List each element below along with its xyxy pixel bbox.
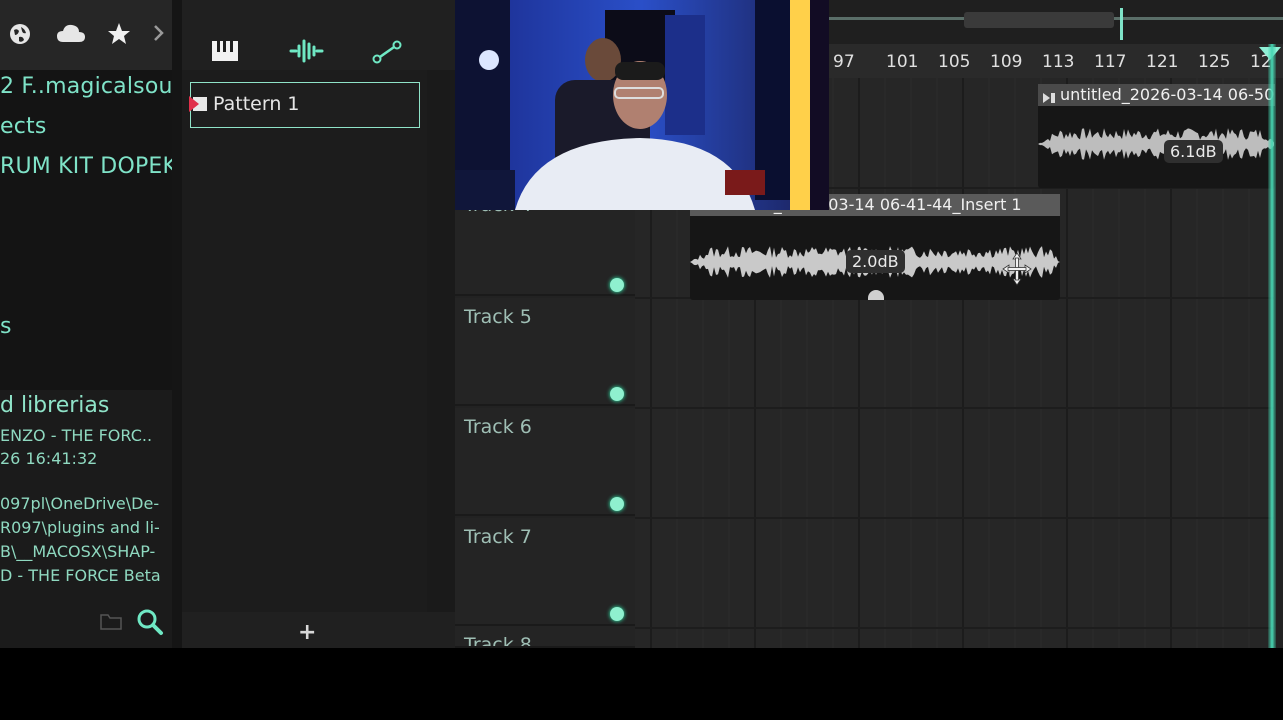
star-icon[interactable] (107, 22, 131, 52)
audio-clip[interactable]: untitled_2026-03-14 06-50-51 6.1dB (1038, 84, 1275, 188)
track-mute-led[interactable] (610, 607, 624, 621)
cloud-icon[interactable] (56, 22, 86, 50)
ruler-tick: 113 (1042, 52, 1075, 72)
folder-icon[interactable] (100, 612, 122, 634)
browser-item[interactable]: s (0, 314, 12, 339)
webcam-overlay (455, 0, 829, 210)
track-name: Track 6 (464, 416, 532, 438)
automation-icon[interactable] (372, 40, 402, 68)
info-path-line: B\__MACOSX\SHAP- (0, 542, 156, 561)
clip-gain-label[interactable]: 6.1dB (1164, 140, 1223, 163)
ruler-tick: 105 (938, 52, 971, 72)
waveform-icon[interactable] (288, 38, 324, 68)
info-title: d librerias (0, 393, 110, 418)
ruler-tick: 97 (833, 52, 855, 72)
letterbox-bar (0, 648, 1283, 720)
track-name: Track 7 (464, 526, 532, 548)
browser-toolbar (0, 0, 172, 70)
ruler-tick: 117 (1094, 52, 1127, 72)
track-name: Track 5 (464, 306, 532, 328)
info-path-line: R097\plugins and li- (0, 518, 160, 537)
info-line: 26 16:41:32 (0, 449, 98, 468)
track-header-8[interactable]: Track 8 (455, 626, 635, 648)
browser-info-panel: d librerias ENZO - THE FORC.. 26 16:41:3… (0, 390, 172, 648)
search-icon[interactable] (136, 608, 164, 640)
browser-panel: 2 F..magicalsounds ects RUM KIT DOPEKIT … (0, 0, 172, 648)
clip-menu-icon[interactable] (1042, 89, 1056, 108)
info-line: ENZO - THE FORC.. (0, 426, 153, 445)
playhead[interactable] (1268, 44, 1276, 648)
pattern-icon (189, 95, 209, 117)
playlist-overview-scrollbar[interactable] (829, 0, 1283, 44)
pattern-scrollbar[interactable] (427, 70, 455, 612)
browser-item[interactable]: 2 F..magicalsounds (0, 74, 172, 99)
ruler-tick: 125 (1198, 52, 1231, 72)
globe-icon[interactable] (8, 22, 32, 52)
track-mute-led[interactable] (610, 497, 624, 511)
info-path-line: D - THE FORCE Beta (0, 566, 161, 585)
track-name: Track 8 (464, 634, 532, 648)
track-header-6[interactable]: Track 6 (455, 408, 635, 516)
ruler-tick: 109 (990, 52, 1023, 72)
piano-icon[interactable] (211, 40, 239, 66)
clip-title: untitled_2026-03-14 06-50-51 (1038, 84, 1275, 106)
pattern-label: Pattern 1 (213, 93, 300, 115)
overview-position-marker (1120, 8, 1123, 40)
track-mute-led[interactable] (610, 387, 624, 401)
chevron-right-icon[interactable] (153, 22, 165, 50)
pattern-item[interactable]: Pattern 1 (189, 82, 420, 128)
pattern-list (182, 70, 427, 612)
add-pattern-button[interactable]: + (298, 620, 316, 645)
clip-fade-handle[interactable] (868, 290, 884, 300)
info-path-line: 097pl\OneDrive\De- (0, 494, 160, 513)
ruler-tick: 101 (886, 52, 919, 72)
move-cursor-icon (1002, 252, 1032, 290)
ruler-tick: 121 (1146, 52, 1179, 72)
track-header-5[interactable]: Track 5 (455, 298, 635, 406)
browser-item[interactable]: RUM KIT DOPEKIT (0, 154, 172, 179)
browser-item[interactable]: ects (0, 114, 47, 139)
track-header-7[interactable]: Track 7 (455, 518, 635, 626)
track-mute-led[interactable] (610, 278, 624, 292)
clip-waveform (1038, 128, 1274, 160)
overview-handle[interactable] (964, 12, 1114, 28)
clip-gain-label[interactable]: 2.0dB (846, 250, 905, 273)
